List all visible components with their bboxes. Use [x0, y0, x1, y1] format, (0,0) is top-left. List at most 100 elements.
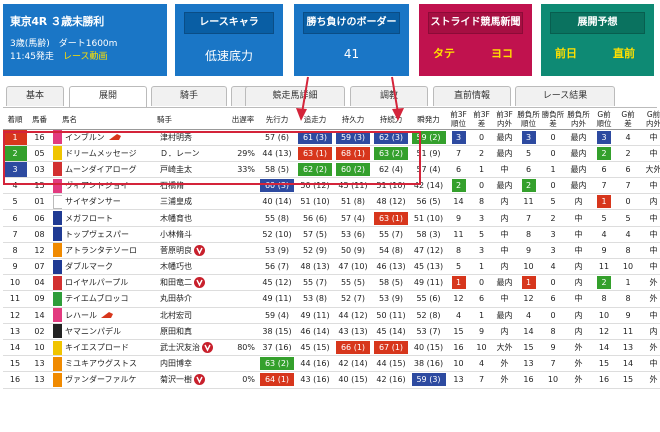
- tab-5[interactable]: 調教: [350, 86, 428, 106]
- table-row[interactable]: 9 07 ダブルマーク 木幡巧也 56 (7) 48 (13) 47 (10) 46 (13)…: [3, 258, 660, 276]
- header-15: 勝負所差: [541, 110, 565, 130]
- tab-6[interactable]: 直前情報: [433, 86, 511, 106]
- jockey-name[interactable]: 三浦皇成: [160, 197, 192, 206]
- table-row[interactable]: 2 05 ドリームメッセージ Ｄ．レーン 29% 44 (13) 63 (1) 68 (1) 6…: [3, 145, 660, 162]
- goal-lane: 内: [649, 326, 658, 336]
- tab-2[interactable]: 騎手: [151, 86, 227, 106]
- jockey-name[interactable]: 北村宏司: [160, 311, 192, 320]
- tsuiso-value: 50 (12): [300, 181, 330, 191]
- jockey-name[interactable]: 内田博幸: [160, 359, 192, 368]
- shobu-lane: 最内: [570, 181, 587, 191]
- horse-table: 着順 馬番 馬名 騎手 出遅率 先行力 追走力 持久力 持続力 瞬発力 前3F 順位 前3F 差前3F 内外…: [3, 110, 660, 389]
- tab-1[interactable]: 展開: [69, 86, 147, 108]
- tenkai-zenjitsu-link[interactable]: 前日: [555, 45, 577, 61]
- shobu-lane: 内: [574, 310, 583, 320]
- jockey-name[interactable]: 木幡巧也: [160, 262, 192, 271]
- jizoku-value: 48 (12): [376, 197, 406, 207]
- tab-bar: 基本展開騎手外厩競走馬詳細調教直前情報レース結果: [3, 86, 657, 108]
- goal-rank: 10: [598, 310, 610, 320]
- shobu-gap: 0: [550, 148, 556, 158]
- table-row[interactable]: 6 06 メガフロート 木幡育也 55 (8) 56 (6) 57 (4) 63 (1) 51 …: [3, 209, 660, 227]
- jockey-name[interactable]: 津村明秀: [160, 133, 192, 142]
- horse-name-link[interactable]: ムーンダイアローグ: [65, 165, 137, 174]
- jikyu-value: 47 (10): [338, 262, 368, 272]
- jizoku-value: 62 (4): [378, 164, 404, 174]
- stride-yoko-link[interactable]: ヨコ: [491, 45, 513, 61]
- jockey-name[interactable]: 小林脩斗: [160, 230, 192, 239]
- race-time: 11:45発走: [10, 52, 54, 62]
- tsuiso-value: 62 (2): [298, 162, 332, 176]
- senko-value: 56 (7): [264, 262, 290, 272]
- goal-rank: 11: [598, 262, 610, 272]
- jockey-name[interactable]: 原田和真: [160, 327, 192, 336]
- tab-0[interactable]: 基本: [6, 86, 64, 106]
- header-0: 着順: [3, 110, 27, 130]
- front3f-lane: 最内: [496, 278, 513, 288]
- jockey-name[interactable]: 菊沢一樹: [160, 375, 192, 384]
- goal-lane: 外: [649, 278, 658, 288]
- race-movie-link[interactable]: レース動画: [63, 52, 108, 62]
- jizoku-value: 58 (5): [378, 278, 404, 288]
- horse-name-link[interactable]: インブルン: [65, 133, 105, 142]
- goal-rank: 9: [601, 245, 607, 255]
- jockey-name[interactable]: 武士沢友治: [160, 343, 200, 352]
- shobu-gap: 8: [550, 326, 556, 336]
- table-row[interactable]: 8 12 アトランタテソーロ 菅原明良 53 (9) 52 (9) 50 (9) 54 (8)…: [3, 242, 660, 260]
- jockey-name[interactable]: Ｄ．レーン: [160, 149, 200, 158]
- shobu-rank: 8: [525, 229, 532, 239]
- tenkai-chokuzen-link[interactable]: 直前: [613, 45, 635, 61]
- table-row[interactable]: 3 03 ムーンダイアローグ 戸崎圭太 33% 58 (5) 62 (2) 60 (2) 62 …: [3, 161, 660, 179]
- goal-rank: 3: [597, 130, 611, 144]
- jockey-name[interactable]: 戸崎圭太: [160, 165, 192, 174]
- horse-name-link[interactable]: メガフロート: [65, 214, 113, 223]
- horse-name-link[interactable]: キイエスプロード: [65, 343, 129, 352]
- horse-name-link[interactable]: ヤマニンパデル: [65, 327, 121, 336]
- horse-number: 04: [34, 278, 45, 288]
- jockey-name[interactable]: 木幡育也: [160, 214, 192, 223]
- horse-name-link[interactable]: ミユキアウグストス: [65, 359, 137, 368]
- table-row[interactable]: 7 08 トップヴェスパー 小林脩斗 52 (10) 57 (5) 53 (6) 55 (7)…: [3, 226, 660, 243]
- goal-gap: 9: [625, 310, 631, 320]
- horse-name-link[interactable]: ヴァンダーファルケ: [65, 375, 137, 384]
- jockey-name[interactable]: 石橋脩: [160, 181, 184, 190]
- horse-number: 03: [34, 164, 45, 174]
- goal-gap: 15: [622, 375, 634, 385]
- horse-name-link[interactable]: ダブルマーク: [65, 262, 113, 271]
- header-16: 勝負所 内外: [565, 110, 592, 130]
- front3f-lane: 最内: [496, 132, 513, 142]
- table-row[interactable]: 10 04 ロイヤルパープル 和田竜二 45 (12) 55 (7) 55 (5) 58 (5…: [3, 274, 660, 292]
- jikyu-value: 59 (3): [336, 130, 370, 144]
- table-row[interactable]: 13 02 ヤマニンパデル 原田和真 38 (15) 46 (14) 43 (13) 45 (…: [3, 323, 660, 340]
- goal-lane: 中: [649, 132, 658, 142]
- stride-tate-link[interactable]: タテ: [433, 45, 455, 61]
- horse-name-link[interactable]: ヴィアントジョイ: [65, 181, 129, 190]
- table-row[interactable]: 11 09 テイエムブロッコ 丸田恭介 49 (11) 53 (8) 52 (7) 53 (9…: [3, 290, 660, 308]
- table-row[interactable]: 5 01 サイヤダンサー 三浦皇成 40 (14) 51 (10) 51 (8) 48 (12…: [3, 193, 660, 211]
- horse-name-link[interactable]: アトランタテソーロ: [65, 246, 137, 255]
- horse-name-link[interactable]: ロイヤルパープル: [65, 278, 128, 287]
- horse-name-link[interactable]: レハール: [65, 311, 97, 320]
- horse-name-link[interactable]: サイヤダンサー: [65, 197, 121, 206]
- jockey-name[interactable]: 和田竜二: [160, 278, 192, 287]
- table-row[interactable]: 1 16 インブルン 津村明秀 57 (6) 61 (3) 59 (3) 62 (3) 59 (…: [3, 129, 660, 146]
- goal-gap: 6: [625, 164, 631, 174]
- tab-7[interactable]: レース結果: [515, 86, 615, 106]
- tab-4[interactable]: 競走馬詳細: [245, 86, 345, 106]
- shunpatsu-value: 57 (4): [416, 164, 441, 174]
- horse-name-link[interactable]: トップヴェスパー: [65, 230, 129, 239]
- jockey-name[interactable]: 菅原明良: [160, 246, 192, 255]
- waku-color-swatch: [53, 291, 62, 306]
- table-row[interactable]: 12 14 レハール 北村宏司 59 (4) 49 (11) 44 (12) 50 (11) 5…: [3, 307, 660, 324]
- front3f-lane: 内: [500, 197, 509, 207]
- front3f-rank: 13: [453, 375, 464, 385]
- horse-number: 14: [34, 310, 45, 320]
- table-row[interactable]: 15 13 ミユキアウグストス 内田博幸 63 (2) 44 (16) 42 (14) 44 …: [3, 355, 660, 373]
- jockey-name[interactable]: 丸田恭介: [160, 294, 192, 303]
- horse-name-link[interactable]: ドリームメッセージ: [65, 149, 137, 158]
- horse-name-link[interactable]: テイエムブロッコ: [65, 294, 128, 303]
- table-row[interactable]: 14 10 キイエスプロード 武士沢友治 80% 37 (16) 45 (15) 66 (1)…: [3, 339, 660, 357]
- goal-gap: 10: [622, 262, 634, 272]
- table-row[interactable]: 16 13 ヴァンダーファルケ 菊沢一樹 0% 64 (1) 43 (16) 40 (15) 4…: [3, 371, 660, 389]
- cap-icon: [108, 133, 122, 141]
- table-row[interactable]: 4 15 ヴィアントジョイ 石橋脩 60 (3) 50 (12) 45 (11) 51 (10…: [3, 177, 660, 195]
